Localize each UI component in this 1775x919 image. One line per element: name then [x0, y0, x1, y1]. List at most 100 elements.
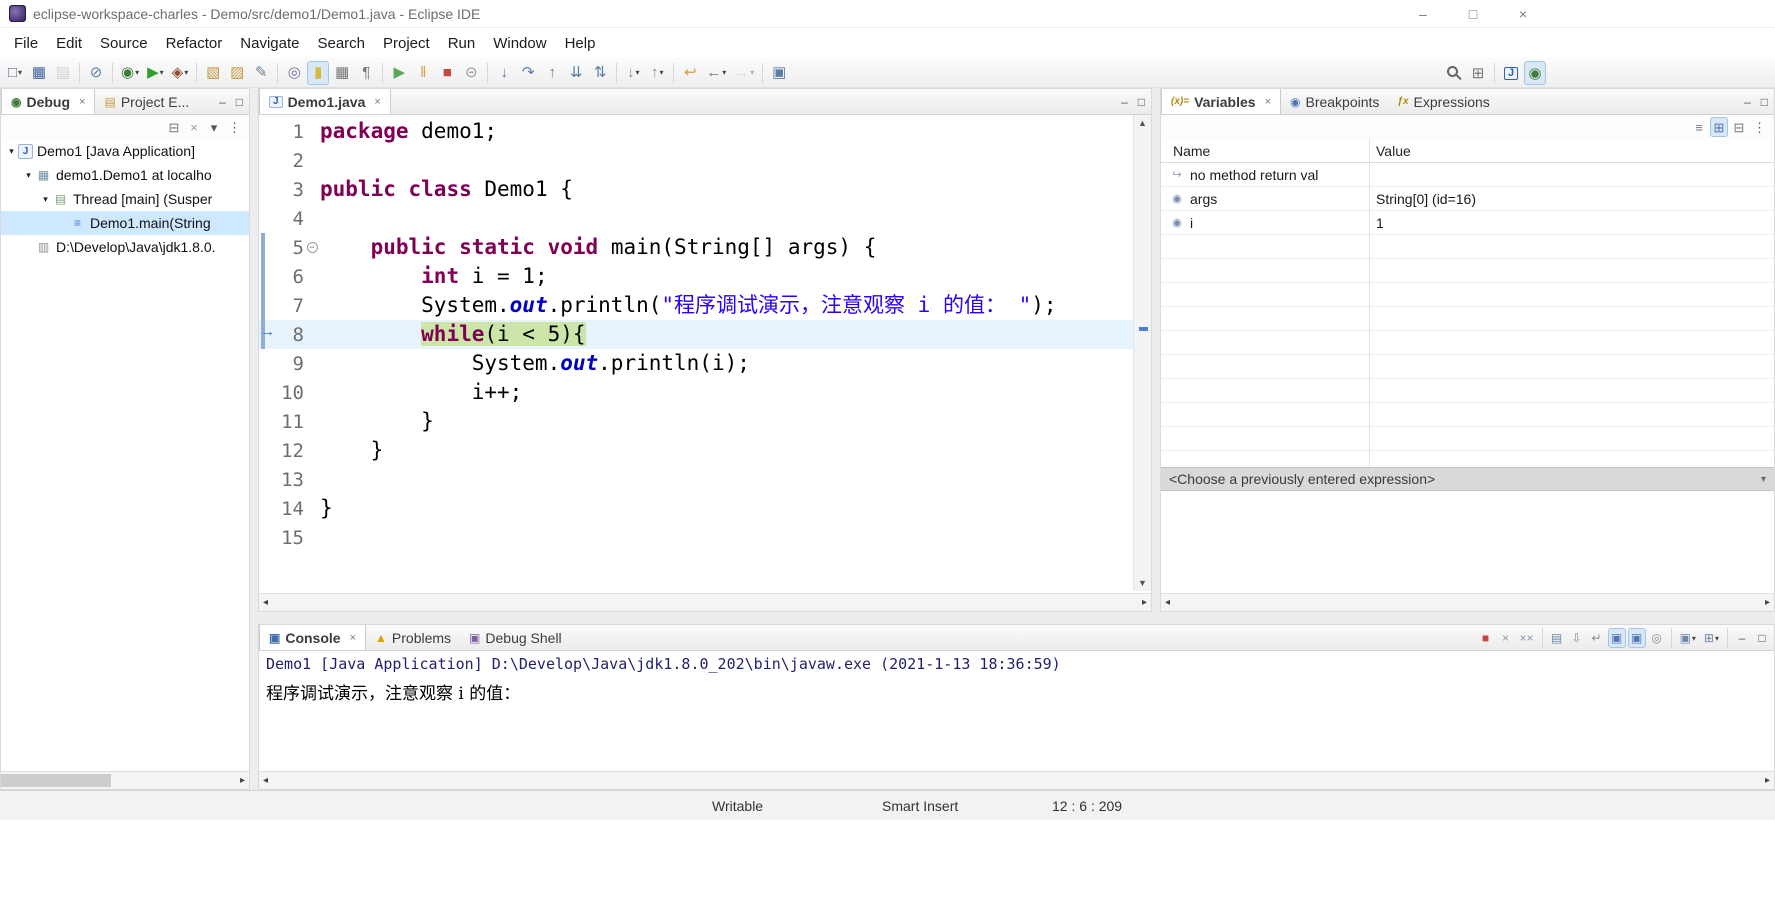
new-java-project-icon[interactable]: ▧: [202, 61, 224, 85]
previous-annotation-icon[interactable]: ↑▾: [646, 61, 668, 85]
folding-ruler[interactable]: −: [304, 242, 320, 253]
line-number[interactable]: 5: [272, 237, 304, 259]
pin-console-icon[interactable]: ◎: [1648, 628, 1666, 648]
maximize-view-icon[interactable]: □: [236, 95, 243, 109]
variables-hscrollbar[interactable]: ◂ ▸: [1161, 593, 1774, 611]
editor-hscrollbar[interactable]: ◂ ▸: [259, 593, 1151, 611]
drop-to-frame-icon[interactable]: ⇊: [565, 61, 587, 85]
editor-annotation-ruler[interactable]: [259, 233, 272, 262]
show-type-names-icon[interactable]: ≡: [1690, 117, 1708, 137]
column-header-value[interactable]: Value: [1369, 143, 1774, 159]
editor-annotation-ruler[interactable]: [259, 494, 272, 523]
expander-expanded-icon[interactable]: ▾: [39, 194, 52, 205]
menu-project[interactable]: Project: [374, 32, 439, 55]
close-tab-icon[interactable]: ×: [1265, 96, 1271, 108]
editor-annotation-ruler[interactable]: [259, 117, 272, 146]
line-number[interactable]: 4: [272, 208, 304, 230]
step-over-icon[interactable]: ↷: [517, 61, 539, 85]
code-line-5[interactable]: 5− public static void main(String[] args…: [259, 233, 1133, 262]
block-selection-icon[interactable]: ▦: [331, 61, 353, 85]
line-number[interactable]: 1: [272, 121, 304, 143]
code-line-11[interactable]: 11 }: [259, 407, 1133, 436]
line-number[interactable]: 15: [272, 527, 304, 549]
tab-problems[interactable]: ▲ Problems: [366, 625, 460, 650]
maximize-view-icon[interactable]: □: [1138, 95, 1145, 109]
show-on-stderr-icon[interactable]: ▣: [1628, 628, 1646, 648]
disconnect-icon[interactable]: ⊝: [460, 61, 482, 85]
view-layout-icon[interactable]: ▾: [205, 117, 223, 137]
code-line-2[interactable]: 2: [259, 146, 1133, 175]
expander-expanded-icon[interactable]: ▾: [22, 170, 35, 181]
view-menu-icon[interactable]: ⋮: [225, 117, 244, 137]
line-number[interactable]: 6: [272, 266, 304, 288]
resume-icon[interactable]: ▶: [388, 61, 410, 85]
line-number[interactable]: 10: [272, 382, 304, 404]
scroll-down-icon[interactable]: ▼: [1134, 575, 1151, 591]
menu-search[interactable]: Search: [308, 32, 374, 55]
editor-annotation-ruler[interactable]: [259, 262, 272, 291]
tab-console[interactable]: ▣ Console ×: [259, 625, 366, 650]
line-number[interactable]: 3: [272, 179, 304, 201]
editor-annotation-ruler[interactable]: [259, 291, 272, 320]
show-whitespace-icon[interactable]: ¶: [355, 61, 377, 85]
code-line-3[interactable]: 3public class Demo1 {: [259, 175, 1133, 204]
use-step-filters-icon[interactable]: ⇅: [589, 61, 611, 85]
variable-row[interactable]: ◉i1: [1161, 211, 1774, 235]
show-on-stdout-icon[interactable]: ▣: [1608, 628, 1626, 648]
suspend-icon[interactable]: ‖: [412, 61, 434, 85]
show-logical-structures-icon[interactable]: ⊞: [1710, 117, 1728, 137]
editor-annotation-ruler[interactable]: [259, 175, 272, 204]
word-wrap-icon[interactable]: ↵: [1588, 628, 1606, 648]
menu-navigate[interactable]: Navigate: [231, 32, 308, 55]
new-class-icon[interactable]: ✎: [250, 61, 272, 85]
remove-all-terminated-icon[interactable]: ×: [185, 117, 203, 137]
remove-launch-icon[interactable]: ×: [1497, 628, 1515, 648]
code-line-1[interactable]: 1package demo1;: [259, 117, 1133, 146]
code-line-15[interactable]: 15: [259, 523, 1133, 552]
display-selected-console-icon[interactable]: ▣▾: [1677, 628, 1699, 648]
open-perspective-icon[interactable]: ⊞: [1467, 61, 1489, 85]
code-line-13[interactable]: 13: [259, 465, 1133, 494]
step-return-icon[interactable]: ↑: [541, 61, 563, 85]
run-icon[interactable]: ▶▾: [144, 61, 167, 85]
clear-console-icon[interactable]: ▤: [1548, 628, 1566, 648]
next-annotation-icon[interactable]: ↓▾: [622, 61, 644, 85]
tab-variables[interactable]: (x)= Variables ×: [1161, 89, 1281, 114]
line-number[interactable]: 9: [272, 353, 304, 375]
column-header-name[interactable]: Name: [1161, 143, 1369, 159]
close-tab-icon[interactable]: ×: [350, 632, 356, 644]
menu-source[interactable]: Source: [91, 32, 157, 55]
debug-tree-item[interactable]: ▾▤Thread [main] (Susper: [1, 187, 249, 211]
line-number[interactable]: 14: [272, 498, 304, 520]
line-number[interactable]: 8: [272, 324, 304, 346]
line-number[interactable]: 7: [272, 295, 304, 317]
debug-perspective-icon[interactable]: ◉: [1524, 61, 1546, 85]
collapse-all-icon[interactable]: ⊟: [165, 117, 183, 137]
line-number[interactable]: 11: [272, 411, 304, 433]
mark-occurrences-icon[interactable]: ▮: [307, 61, 329, 85]
editor-vscrollbar[interactable]: ▲ ▼: [1133, 115, 1151, 591]
variable-row[interactable]: ↪no method return val: [1161, 163, 1774, 187]
variable-row[interactable]: ◉argsString[0] (id=16): [1161, 187, 1774, 211]
open-type-icon[interactable]: ▨: [226, 61, 248, 85]
minimize-view-icon[interactable]: –: [1744, 95, 1751, 109]
tab-breakpoints[interactable]: ◉ Breakpoints: [1281, 89, 1388, 114]
editor-annotation-ruler[interactable]: [259, 523, 272, 552]
back-icon[interactable]: ←▾: [703, 61, 729, 85]
line-number[interactable]: 13: [272, 469, 304, 491]
maximize-button[interactable]: □: [1448, 0, 1498, 27]
menu-help[interactable]: Help: [556, 32, 605, 55]
menu-refactor[interactable]: Refactor: [157, 32, 232, 55]
debug-icon[interactable]: ◉▾: [118, 61, 142, 85]
new-wizard-icon[interactable]: □▾: [4, 61, 26, 85]
forward-icon[interactable]: →▾: [731, 61, 757, 85]
code-line-12[interactable]: 12 }: [259, 436, 1133, 465]
expander-expanded-icon[interactable]: ▾: [5, 146, 18, 157]
coverage-icon[interactable]: ◈▾: [169, 61, 192, 85]
scroll-left-icon[interactable]: ◂: [263, 597, 268, 608]
menu-window[interactable]: Window: [484, 32, 555, 55]
menu-file[interactable]: File: [5, 32, 47, 55]
scrollbar-thumb[interactable]: [1, 774, 111, 787]
scroll-right-icon[interactable]: ▸: [240, 775, 245, 786]
code-line-4[interactable]: 4: [259, 204, 1133, 233]
